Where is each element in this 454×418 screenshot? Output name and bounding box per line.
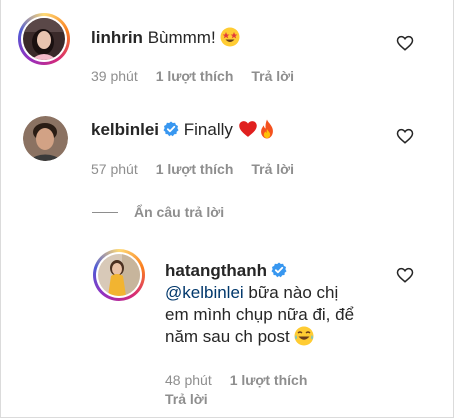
reply-button[interactable]: Trả lời bbox=[251, 68, 294, 84]
comment-body: Finally bbox=[183, 120, 233, 139]
hide-replies-line bbox=[92, 211, 118, 213]
like-count[interactable]: 1 lượt thích bbox=[156, 161, 234, 177]
avatar-linhrin[interactable] bbox=[18, 13, 70, 65]
verified-badge-icon bbox=[271, 262, 287, 278]
comment-username[interactable]: kelbinlei bbox=[91, 120, 159, 139]
reply-body-line1: bữa nào chị bbox=[243, 283, 339, 302]
verified-badge-icon bbox=[163, 121, 179, 137]
reply-username[interactable]: hatangthanh bbox=[165, 261, 267, 280]
frame-left-border bbox=[0, 0, 1, 418]
reply-button[interactable]: Trả lời bbox=[251, 161, 294, 177]
comment-meta-kelbinlei: 57 phút 1 lượt thích Trả lời bbox=[91, 161, 312, 177]
mention-link[interactable]: @kelbinlei bbox=[165, 283, 244, 302]
comment-linhrin: linhrin Bùmmm! bbox=[91, 27, 240, 53]
comment-body: Bùmmm! bbox=[147, 28, 216, 47]
like-count[interactable]: 1 lượt thích bbox=[156, 68, 234, 84]
reply-like-count[interactable]: 1 lượt thích bbox=[230, 372, 308, 388]
reply-time[interactable]: 48 phút bbox=[165, 372, 212, 388]
tears-of-joy-emoji bbox=[294, 326, 314, 352]
comment-kelbinlei: kelbinlei Finally bbox=[91, 119, 276, 145]
reply-reply-button[interactable]: Trả lời bbox=[165, 391, 208, 407]
star-struck-emoji bbox=[220, 27, 240, 53]
comment-username[interactable]: linhrin bbox=[91, 28, 143, 47]
comment-time[interactable]: 39 phút bbox=[91, 68, 138, 84]
like-heart-icon[interactable] bbox=[396, 127, 414, 145]
avatar-kelbinlei[interactable] bbox=[23, 116, 68, 161]
reply-meta-row2: Trả lời bbox=[165, 391, 226, 407]
comment-time[interactable]: 57 phút bbox=[91, 161, 138, 177]
reply-body-line3: năm sau ch post bbox=[165, 327, 290, 346]
like-heart-icon[interactable] bbox=[396, 266, 414, 284]
like-heart-icon[interactable] bbox=[396, 34, 414, 52]
red-heart-emoji bbox=[238, 119, 258, 145]
hide-replies-label: Ẩn câu trả lời bbox=[134, 204, 225, 220]
avatar-hatangthanh[interactable] bbox=[93, 249, 145, 301]
reply-body-line2: em mình chụp nữa đi, để bbox=[165, 305, 355, 324]
reply-meta-hatangthanh: 48 phút 1 lượt thích bbox=[165, 372, 325, 388]
reply-hatangthanh: hatangthanh @kelbinlei bữa nào chị em mì… bbox=[165, 260, 354, 352]
hide-replies-button[interactable]: Ẩn câu trả lời bbox=[92, 204, 224, 220]
fire-emoji bbox=[258, 119, 276, 145]
comment-meta-linhrin: 39 phút 1 lượt thích Trả lời bbox=[91, 68, 312, 84]
